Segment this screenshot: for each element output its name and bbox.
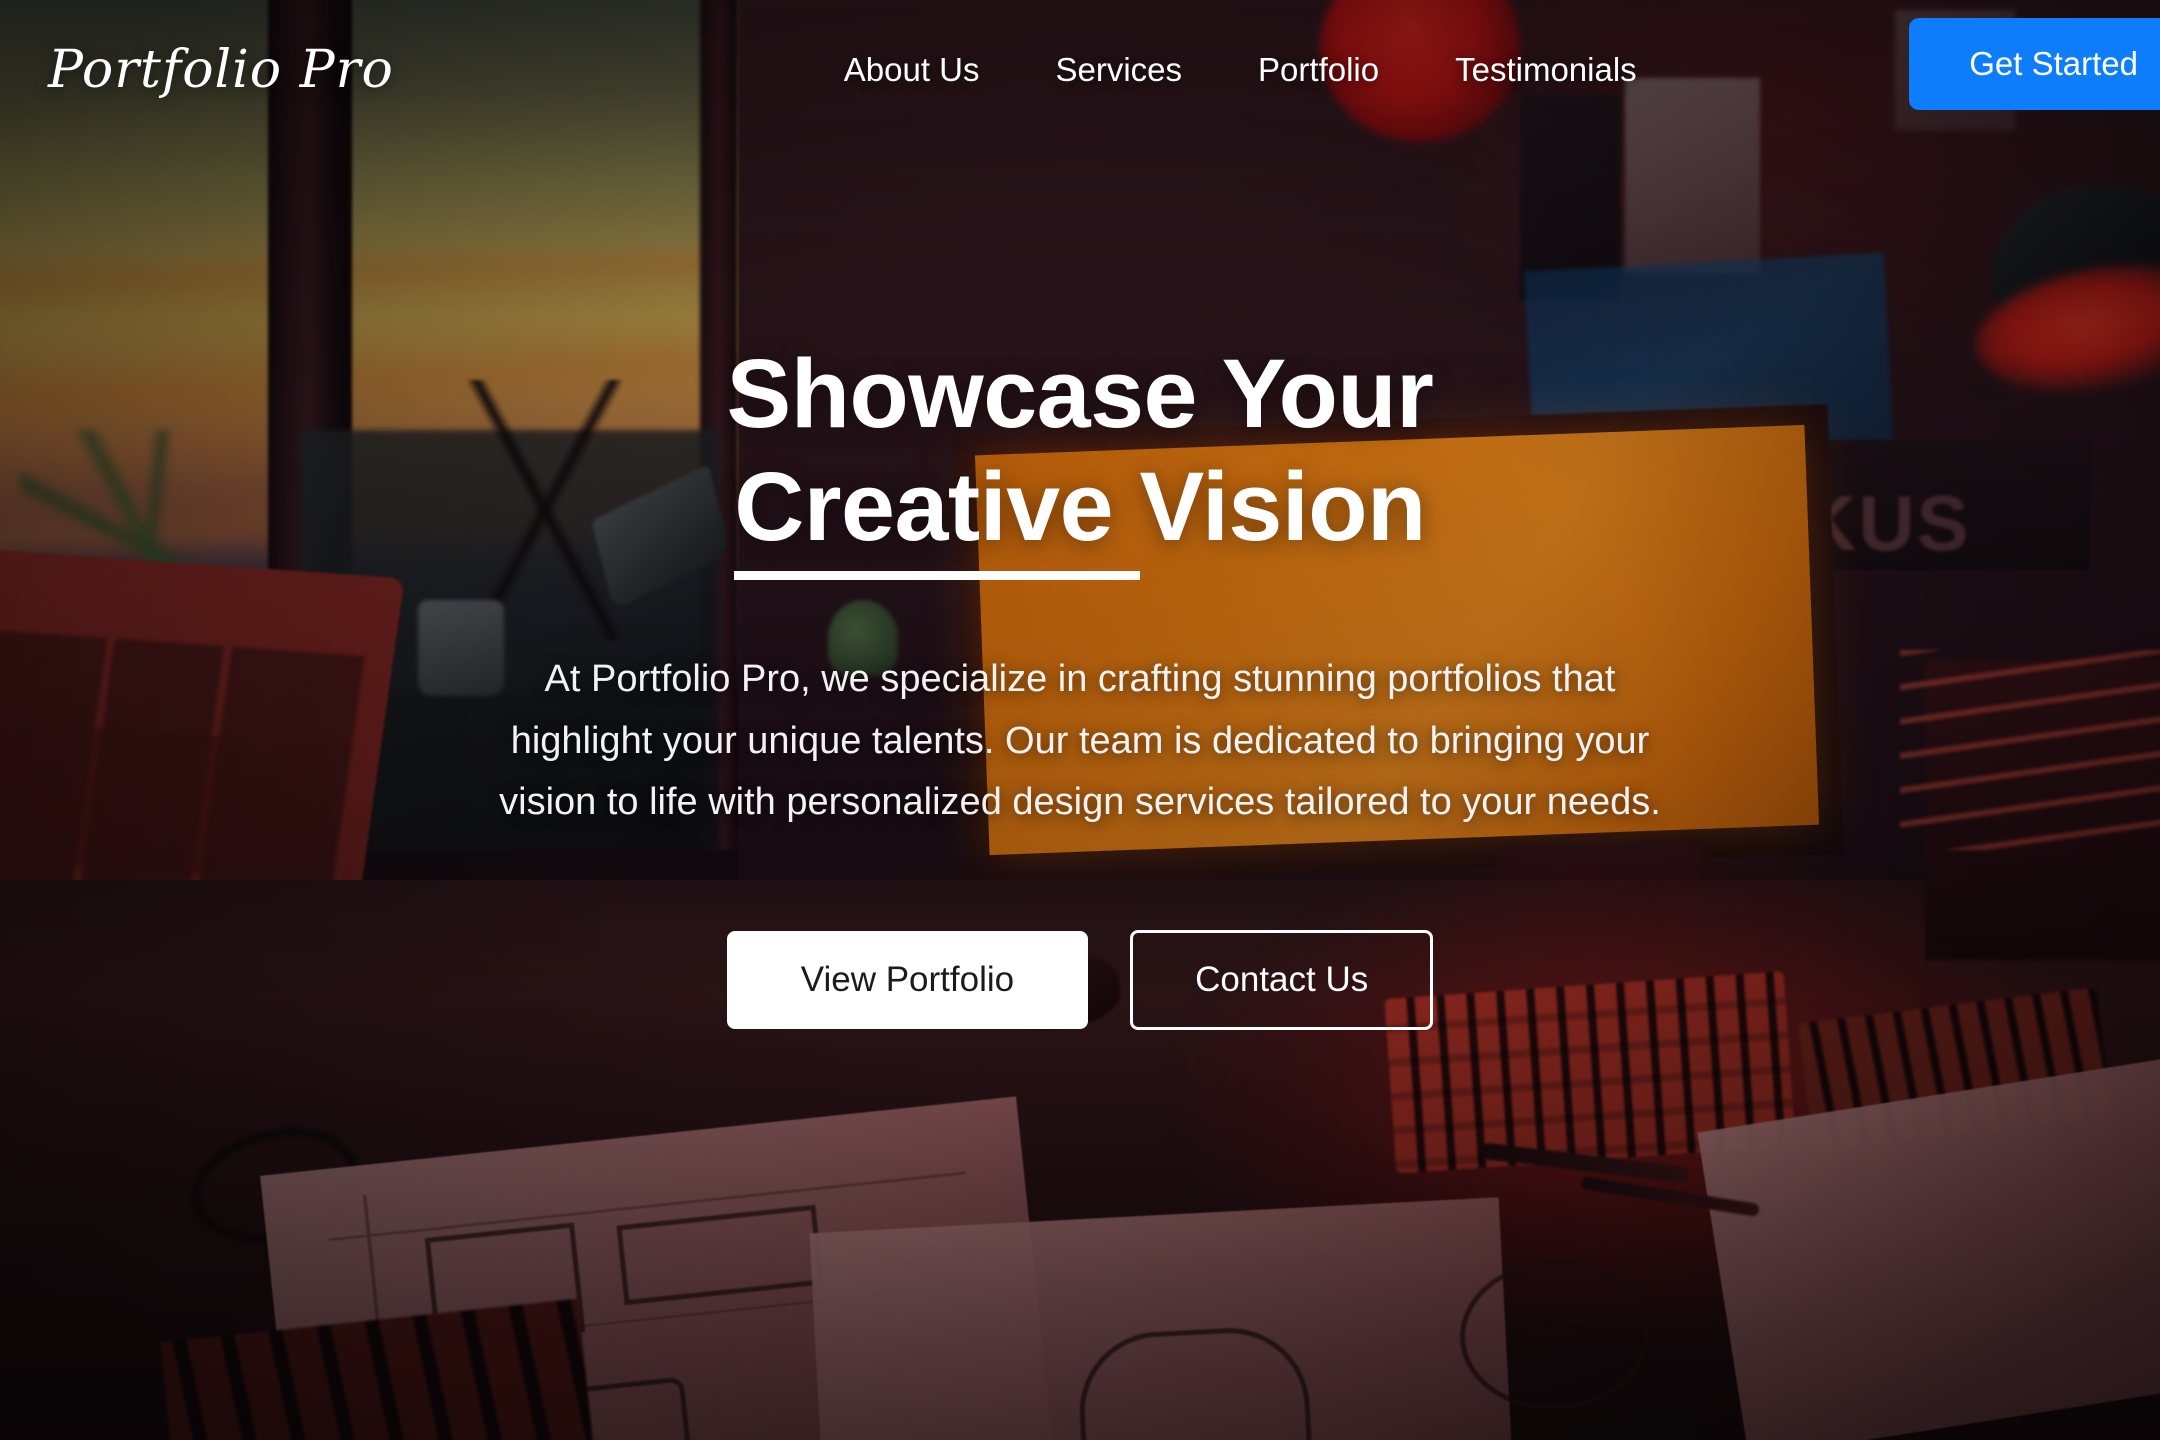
main-navigation: Portfolio Pro About Us Services Portfoli… (0, 0, 2160, 140)
hero-title-space (1113, 451, 1140, 580)
contact-us-button[interactable]: Contact Us (1130, 929, 1434, 1030)
hero-title: Showcase Your Creative Vision (550, 338, 1610, 580)
nav-links: About Us Services Portfolio Testimonials (844, 51, 1637, 89)
hero-action-buttons: View Portfolio Contact Us (726, 929, 1434, 1030)
view-portfolio-button[interactable]: View Portfolio (726, 930, 1089, 1029)
get-started-button[interactable]: Get Started (1909, 18, 2160, 110)
hero-title-emphasis: Creative (734, 451, 1114, 580)
right-shelf-light-strips (1900, 650, 2160, 850)
nav-item-services[interactable]: Services (1056, 51, 1183, 89)
hero-title-line-1: Showcase Your (726, 339, 1434, 448)
brand-logo[interactable]: Portfolio Pro (48, 40, 394, 100)
get-started-wrapper: Get Started (1909, 18, 2160, 110)
nav-item-about-us[interactable]: About Us (844, 51, 980, 89)
hero-section: KUS Portfolio Pro About Us Services Port… (0, 0, 2160, 1440)
nav-item-portfolio[interactable]: Portfolio (1258, 51, 1379, 89)
hero-title-rest: Vision (1139, 451, 1427, 561)
nav-item-testimonials[interactable]: Testimonials (1455, 51, 1637, 89)
hero-subtitle: At Portfolio Pro, we specialize in craft… (499, 658, 1661, 824)
